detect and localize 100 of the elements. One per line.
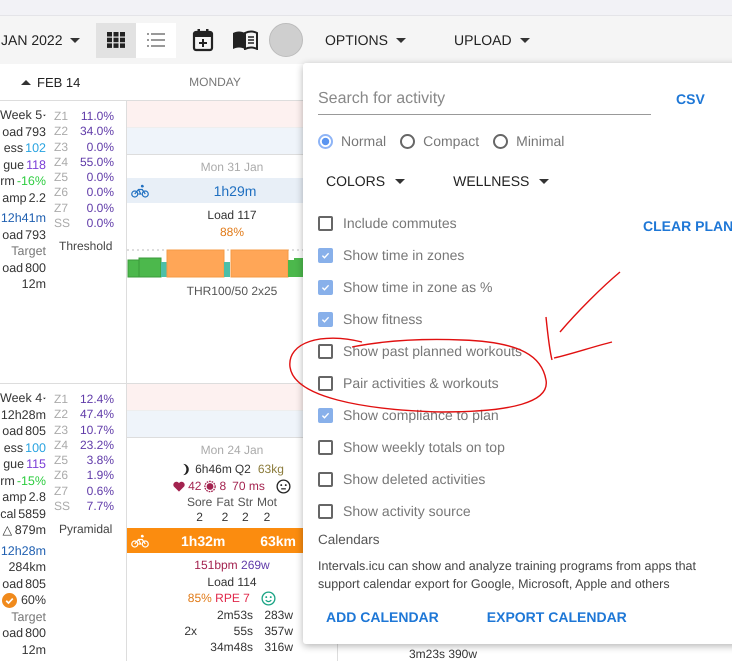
checkbox-label[interactable]: Show time in zones (343, 247, 464, 263)
zone-label: Z5 (54, 453, 68, 468)
hrv-value: 8 (219, 478, 226, 495)
zone-percent: 0.0% (86, 185, 114, 201)
zone-percent: 0.0% (86, 170, 114, 186)
heart-rate: 151bpm (194, 557, 238, 574)
heart-icon (173, 480, 186, 493)
grid-view-button[interactable] (96, 22, 136, 58)
week-stat: oad 793 (1, 124, 46, 140)
calendar-button[interactable]: EXPORT CALENDAR (486, 609, 627, 625)
checkbox[interactable] (318, 440, 333, 454)
zone-label: SS (54, 499, 70, 514)
caret-icon (539, 178, 550, 184)
checkbox-label[interactable]: Pair activities & workouts (343, 375, 499, 391)
zone-percent: 0.0% (86, 216, 114, 232)
zone-label: Z5 (54, 170, 68, 186)
zone-label: Z7 (54, 200, 68, 216)
week-stat: rm -16% (0, 173, 46, 190)
bike-icon (131, 534, 149, 548)
zone-label: Z3 (54, 140, 68, 155)
date-picker-button[interactable]: JAN 2022 (1, 32, 81, 48)
checkbox-label[interactable]: Show weekly totals on top (343, 439, 505, 455)
zone-label: Z2 (54, 407, 68, 423)
neutral-face-icon (276, 479, 291, 494)
interval-time: 55s (232, 622, 253, 638)
score-label: Str (238, 495, 254, 510)
book-icon[interactable] (232, 30, 258, 50)
workout-load: Load 117 (207, 207, 257, 224)
calendar-button[interactable]: ADD CALENDAR (326, 609, 439, 625)
score-label: Fat (216, 495, 234, 510)
checkbox[interactable] (318, 408, 333, 422)
radio-button[interactable] (318, 134, 333, 148)
activity-load: Load 114 (207, 574, 257, 590)
week-stat: amp 2.2 (1, 190, 46, 206)
calendar-add-icon[interactable] (192, 28, 214, 52)
zone-percent: 1.9% (86, 468, 114, 484)
zone-percent: 47.4% (80, 407, 114, 423)
week-stat: 12h28m (0, 406, 46, 423)
checkbox-label[interactable]: Show fitness (343, 311, 422, 327)
week-total: oad 793 (1, 226, 46, 243)
checkbox[interactable] (318, 344, 333, 358)
csv-link[interactable]: CSV (676, 91, 705, 107)
checkbox[interactable] (318, 280, 333, 294)
week-title[interactable]: Week 5 (0, 107, 42, 124)
checkbox[interactable] (318, 312, 333, 326)
zone-percent: 12.4% (80, 392, 114, 408)
checkbox[interactable] (318, 376, 333, 390)
sleep-quality: Q2 (234, 461, 251, 478)
distribution-label: Pyramidal (59, 522, 112, 536)
checkbox-label[interactable]: Show time in zone as % (343, 279, 492, 295)
dropdown-button[interactable]: WELLNESS (453, 173, 550, 189)
interval-time: 34m48s (209, 638, 253, 654)
week-stat: amp 2.8 (1, 489, 46, 506)
compliance-percent: 88% (220, 224, 244, 240)
interval-power: 283w (263, 606, 293, 622)
checkbox-label[interactable]: Include commutes (343, 215, 457, 231)
week-stat: gue 115 (2, 456, 46, 472)
caret-icon (520, 38, 530, 42)
week-stat: rm -15% (0, 472, 46, 489)
checkbox[interactable] (318, 216, 333, 230)
caret-icon (396, 38, 406, 42)
radio-button[interactable] (493, 134, 508, 148)
zone-percent: 3.8% (86, 453, 114, 468)
day-header: MONDAY (189, 75, 241, 89)
radio-label[interactable]: Compact (423, 133, 480, 149)
checkbox[interactable] (318, 504, 333, 518)
hrv-icon (204, 480, 216, 493)
menu-button[interactable]: UPLOAD (454, 32, 530, 48)
score-label: Sore (186, 495, 212, 510)
checkbox-label[interactable]: Show past planned workouts (343, 343, 522, 359)
week-total: 12m (20, 276, 46, 292)
zone-label: Z1 (54, 109, 68, 124)
caret-up-icon[interactable] (21, 80, 31, 84)
zone-label: Z4 (54, 154, 68, 170)
radio-label[interactable]: Minimal (516, 133, 564, 149)
week-stat: ess 100 (2, 440, 46, 456)
week-title[interactable]: Week 4 (0, 390, 42, 406)
zone-percent: 0.0% (86, 200, 114, 216)
search-field[interactable]: Search for activity (318, 83, 651, 115)
smile-face-icon (261, 590, 276, 606)
interval-reps: 2x (184, 624, 197, 638)
zone-label: Z7 (54, 484, 68, 500)
week-start-label: FEB 14 (37, 74, 80, 90)
radio-label[interactable]: Normal (341, 133, 386, 149)
checkbox-label[interactable]: Show deleted activities (343, 471, 486, 487)
radio-button[interactable] (400, 134, 416, 148)
zone-percent: 7.7% (86, 499, 114, 514)
checkbox-label[interactable]: Show activity source (343, 503, 471, 519)
zone-percent: 55.0% (80, 154, 114, 170)
interval-power: 316w (263, 638, 293, 654)
week-total: oad 800 (1, 625, 46, 642)
checkbox[interactable] (318, 472, 333, 486)
zone-label: Z3 (54, 422, 68, 438)
calendars-description: Intervals.icu can show and analyze training programs from apps that support calendar export for Google, Microsoft, Apple and others (318, 558, 697, 593)
menu-button[interactable]: OPTIONS (325, 32, 406, 48)
clear-plan-link[interactable]: CLEAR PLAN (643, 218, 732, 234)
zone-label: Z2 (54, 124, 68, 140)
bike-icon (131, 184, 149, 198)
checkbox[interactable] (318, 248, 333, 262)
week-total: oad 805 (1, 576, 46, 592)
